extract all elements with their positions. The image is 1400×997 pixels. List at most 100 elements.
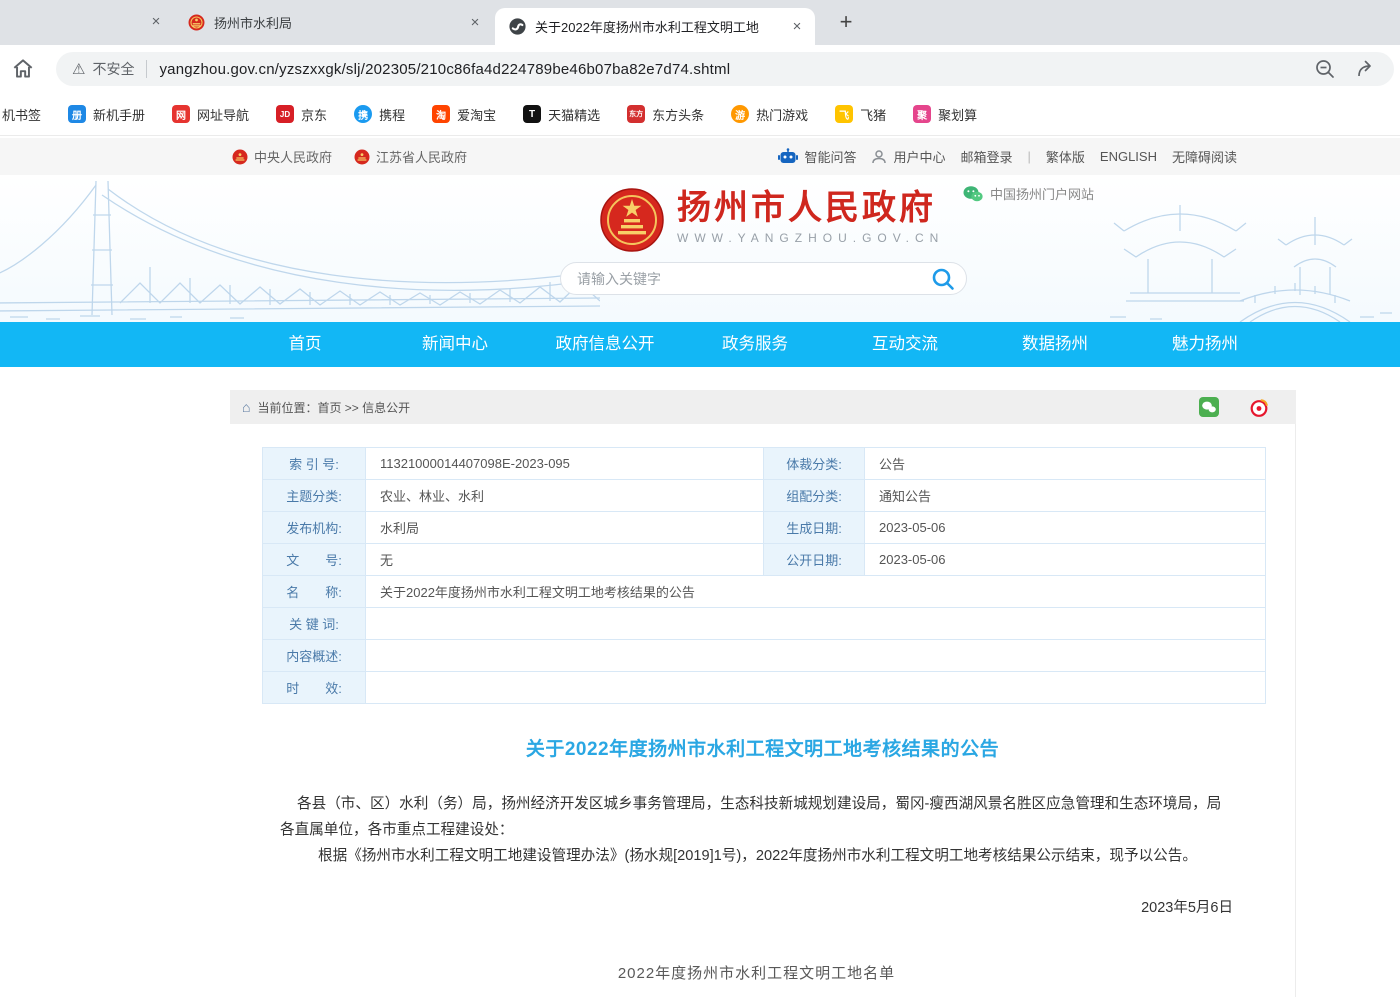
nav-interaction[interactable]: 互动交流: [830, 322, 980, 367]
zoom-out-icon[interactable]: [1314, 58, 1336, 80]
bookmark-label: 聚划算: [938, 105, 977, 124]
article-paragraph: 根据《扬州市水利工程文明工地建设管理办法》(扬水规[2019]1号)，2022年…: [280, 843, 1233, 869]
close-icon[interactable]: ×: [465, 13, 485, 33]
nav-home[interactable]: 首页: [230, 322, 380, 367]
fliggy-icon: 飞: [835, 105, 853, 123]
bookmark-label: 网址导航: [197, 105, 249, 124]
site-logo[interactable]: 扬州市人民政府 WWW.YANGZHOU.GOV.CN: [600, 188, 944, 252]
china-yangzhou-portal-link[interactable]: 中国扬州门户网站: [963, 184, 1094, 203]
address-bar[interactable]: ⚠ 不安全 yangzhou.gov.cn/yzszxxgk/slj/20230…: [56, 52, 1394, 86]
security-label[interactable]: 不安全: [92, 59, 134, 79]
meta-value: 公告: [865, 448, 1266, 480]
article-title: 关于2022年度扬州市水利工程文明工地考核结果的公告: [230, 734, 1295, 761]
tab-water-bureau[interactable]: 扬州市水利局 ×: [170, 0, 495, 45]
tab-active-announcement[interactable]: 关于2022年度扬州市水利工程文明工地 ×: [495, 8, 815, 45]
bookmark-label: 携程: [379, 105, 405, 124]
bookmark-item[interactable]: 册 新机手册: [68, 105, 145, 124]
link-jiangsu-gov[interactable]: 江苏省人民政府: [354, 147, 467, 166]
meta-label: 组配分类:: [764, 480, 865, 512]
nav-gov-services[interactable]: 政务服务: [680, 322, 830, 367]
nav-gov-info-disclosure[interactable]: 政府信息公开: [530, 322, 680, 367]
meta-label: 文 号:: [263, 544, 366, 576]
table-row: 发布机构: 水利局 生成日期: 2023-05-06: [263, 512, 1266, 544]
breadcrumb[interactable]: 当前位置：首页 >> 信息公开: [257, 399, 410, 416]
traditional-version-link[interactable]: 繁体版: [1046, 147, 1085, 166]
pavilion-line-art: [1090, 175, 1400, 322]
bookmark-label: 飞猪: [860, 105, 886, 124]
tab-title: 关于2022年度扬州市水利工程文明工地: [535, 17, 787, 36]
meta-value: 关于2022年度扬州市水利工程文明工地考核结果的公告: [366, 576, 1266, 608]
user-center-link[interactable]: 用户中心: [871, 147, 945, 166]
meta-value: 水利局: [366, 512, 764, 544]
bookmark-label: 天猫精选: [548, 105, 600, 124]
meta-label: 发布机构:: [263, 512, 366, 544]
bookmark-item[interactable]: 东方 东方头条: [627, 105, 704, 124]
smart-qa-link[interactable]: 智能问答: [778, 147, 856, 166]
tab-offscreen[interactable]: ×: [0, 0, 170, 45]
document-meta-table: 索 引 号: 11321000014407098E-2023-095 体裁分类:…: [262, 447, 1266, 704]
home-icon: ⌂: [242, 399, 250, 415]
new-tab-button[interactable]: +: [832, 9, 860, 37]
wechat-share-icon[interactable]: [1199, 397, 1219, 417]
mail-login-link[interactable]: 邮箱登录: [960, 147, 1012, 166]
manual-icon: 册: [68, 105, 86, 123]
site-name: 扬州市人民政府: [677, 188, 944, 228]
bookmark-item[interactable]: 飞 飞猪: [835, 105, 886, 124]
bookmark-item[interactable]: JD 京东: [276, 105, 327, 124]
close-icon[interactable]: ×: [787, 17, 807, 37]
nav-data-yangzhou[interactable]: 数据扬州: [980, 322, 1130, 367]
browser-tab-bar: × 扬州市水利局 × 关于2022年度扬州市水利工程文明工地 × +: [0, 0, 1400, 45]
meta-label: 体裁分类:: [764, 448, 865, 480]
english-version-link[interactable]: ENGLISH: [1100, 149, 1157, 164]
meta-label: 时 效:: [263, 672, 366, 704]
site-search-box[interactable]: [560, 262, 967, 295]
bookmark-item[interactable]: 机书签: [2, 105, 41, 124]
close-icon[interactable]: ×: [146, 12, 166, 32]
divider: [146, 60, 147, 78]
table-row: 关 键 词:: [263, 608, 1266, 640]
bookmark-label: 京东: [301, 105, 327, 124]
link-label: 江苏省人民政府: [376, 147, 467, 166]
bookmark-item[interactable]: 网 网址导航: [172, 105, 249, 124]
table-row: 索 引 号: 11321000014407098E-2023-095 体裁分类:…: [263, 448, 1266, 480]
nav-charming-yangzhou[interactable]: 魅力扬州: [1130, 322, 1280, 367]
search-icon[interactable]: [930, 266, 956, 292]
bookmark-label: 热门游戏: [756, 105, 808, 124]
breadcrumb-bar: ⌂ 当前位置：首页 >> 信息公开: [230, 390, 1296, 424]
bookmark-label: 机书签: [2, 105, 41, 124]
national-emblem-logo: [600, 188, 664, 252]
home-icon[interactable]: [10, 56, 36, 82]
games-icon: 游: [731, 105, 749, 123]
search-input[interactable]: [577, 271, 930, 287]
taobao-icon: 淘: [432, 105, 450, 123]
bookmarks-bar: 机书签 册 新机手册 网 网址导航 JD 京东 携 携程 淘 爱淘宝 T 天猫精…: [0, 93, 1400, 136]
meta-label: 生成日期:: [764, 512, 865, 544]
bookmark-item[interactable]: 携 携程: [354, 105, 405, 124]
bookmark-item[interactable]: 游 热门游戏: [731, 105, 808, 124]
link-central-gov[interactable]: 中央人民政府: [232, 147, 332, 166]
ctrip-icon: 携: [354, 105, 372, 123]
tmall-icon: T: [523, 105, 541, 123]
meta-value: 2023-05-06: [865, 512, 1266, 544]
meta-label: 内容概述:: [263, 640, 366, 672]
warning-icon: ⚠: [72, 60, 85, 78]
share-icon[interactable]: [1356, 58, 1378, 80]
article-paragraph: 各县（市、区）水利（务）局，扬州经济开发区城乡事务管理局，生态科技新城规划建设局…: [280, 791, 1233, 843]
bookmark-item[interactable]: 淘 爱淘宝: [432, 105, 496, 124]
wechat-icon: [963, 185, 983, 203]
meta-label: 主题分类:: [263, 480, 366, 512]
weibo-share-icon[interactable]: [1249, 397, 1269, 417]
article-body: 各县（市、区）水利（务）局，扬州经济开发区城乡事务管理局，生态科技新城规划建设局…: [230, 791, 1295, 987]
meta-value: 通知公告: [865, 480, 1266, 512]
accessibility-link[interactable]: 无障碍阅读: [1172, 147, 1237, 166]
bookmark-item[interactable]: 聚 聚划算: [913, 105, 977, 124]
bookmark-item[interactable]: T 天猫精选: [523, 105, 600, 124]
browser-logo-favicon: [509, 18, 526, 35]
meta-label: 关 键 词:: [263, 608, 366, 640]
nav-news-center[interactable]: 新闻中心: [380, 322, 530, 367]
link-label: 智能问答: [804, 147, 856, 166]
meta-value: [366, 672, 1266, 704]
meta-value: 无: [366, 544, 764, 576]
table-row: 主题分类: 农业、林业、水利 组配分类: 通知公告: [263, 480, 1266, 512]
bridge-line-art: [0, 175, 600, 322]
